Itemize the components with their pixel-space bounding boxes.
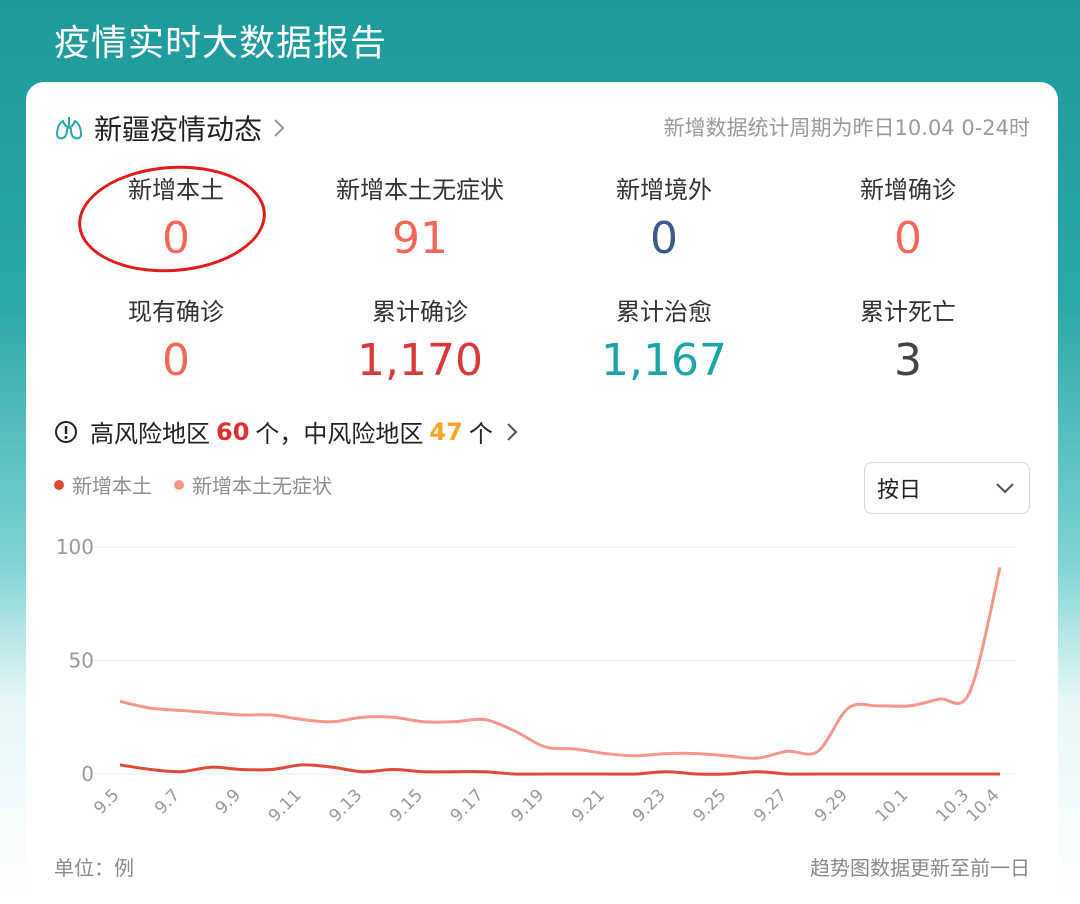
x-tick-label: 9.21 [568,785,609,826]
y-tick-label: 50 [69,649,94,673]
chevron-right-icon [274,119,285,137]
series-line-new-local [119,763,1000,776]
stat-label: 现有确诊 [128,298,224,326]
x-tick-label: 9.17 [447,785,488,826]
risk-unit: 个 [468,420,493,448]
stats-grid: 新增本土 0 新增本土无症状 91 新增境外 0 新增确诊 0 现有确诊 0 累 [54,174,1030,418]
stat-label: 累计确诊 [372,298,468,326]
x-tick-label: 10.4 [963,785,1004,826]
stat-label: 新增本土无症状 [336,176,504,204]
legend-dot [174,479,184,490]
stat-value: 91 [392,213,448,264]
stat-total-deaths: 累计死亡 3 [786,296,1030,418]
high-risk-count: 60 [216,417,250,446]
x-tick-label: 9.15 [386,785,427,826]
x-tick-label: 10.1 [872,785,913,826]
region-title: 新疆疫情动态 [94,113,263,146]
stat-value: 0 [162,213,190,264]
page-title: 疫情实时大数据报告 [54,23,388,64]
x-tick-label: 9.19 [507,785,548,826]
stat-value: 0 [894,213,922,264]
x-tick-label: 10.3 [932,785,973,826]
stats-row-2: 现有确诊 0 累计确诊 1,170 累计治愈 1,167 累计死亡 3 [54,296,1030,418]
stat-new-local: 新增本土 0 [54,174,298,296]
unit-label: 单位：例 [54,856,134,880]
stat-label: 新增本土 [128,176,224,204]
stat-new-asymptomatic: 新增本土无症状 91 [298,174,542,296]
x-tick-label: 9.27 [750,785,791,826]
stat-total-confirmed: 累计确诊 1,170 [298,296,542,418]
stat-current-confirmed: 现有确诊 0 [54,296,298,418]
legend-item[interactable]: 新增本土 [54,470,152,499]
x-tick-label: 9.13 [325,785,366,826]
x-tick-label: 9.5 [90,785,123,818]
select-value: 按日 [877,478,922,503]
series-line-new-asymptomatic [119,567,1002,760]
risk-summary[interactable]: 高风险地区 60 个， 中风险地区 47 个 [54,414,519,449]
stat-label: 累计死亡 [860,298,956,326]
stat-value: 0 [162,335,190,386]
chart-legend: 新增本土 新增本土无症状 [54,470,354,499]
x-tick-label: 9.29 [811,785,852,826]
x-tick-label: 9.25 [690,785,731,826]
card-header[interactable]: 新疆疫情动态 [54,108,286,148]
granularity-select[interactable]: 按日 [864,462,1030,514]
high-risk-label: 高风险地区 [90,420,210,448]
mid-risk-label: 中风险地区 [303,420,424,448]
risk-unit: 个， [255,420,304,448]
stat-total-cured: 累计治愈 1,167 [542,296,786,418]
chevron-right-icon [507,422,518,441]
period-note: 新增数据统计周期为昨日10.04 0-24时 [663,116,1030,140]
info-icon [55,420,77,443]
stat-value: 1,170 [357,335,483,386]
stat-label: 新增确诊 [860,176,956,204]
legend-item[interactable]: 新增本土无症状 [174,470,332,499]
y-tick-label: 0 [81,762,94,786]
legend-label: 新增本土 [72,474,152,498]
y-tick-label: 100 [56,535,94,559]
mid-risk-count: 47 [429,417,463,446]
x-tick-label: 9.9 [212,785,245,818]
stats-row-1: 新增本土 0 新增本土无症状 91 新增境外 0 新增确诊 0 [54,174,1030,296]
stat-value: 1,167 [601,335,727,386]
update-note: 趋势图数据更新至前一日 [810,856,1030,880]
stat-new-imported: 新增境外 0 [542,174,786,296]
legend-dot [54,479,64,490]
x-tick-label: 9.7 [151,785,184,818]
x-tick-label: 9.11 [265,785,306,826]
x-tick-label: 9.23 [629,785,670,826]
stat-value: 0 [650,213,678,264]
region-card: 新疆疫情动态 新增数据统计周期为昨日10.04 0-24时 新增本土 0 新增本… [26,82,1058,904]
chevron-down-icon [996,483,1014,494]
trend-chart: 0 50 100 9.5 9.7 9.9 9.11 9.13 9.15 9.17 9.19 9.21 9… [56,535,1016,826]
lung-icon [56,117,82,140]
stat-value: 3 [894,335,922,386]
legend-label: 新增本土无症状 [192,474,332,498]
stat-new-confirmed: 新增确诊 0 [786,174,1030,296]
stat-label: 新增境外 [616,176,712,204]
stat-label: 累计治愈 [616,298,712,326]
